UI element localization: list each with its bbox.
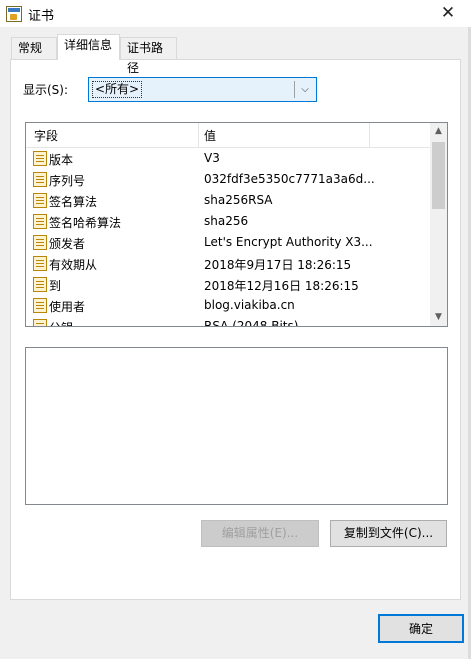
scroll-up-icon[interactable]: ▲ <box>430 123 447 140</box>
field-value: blog.viakiba.cn <box>204 298 295 312</box>
list-item[interactable]: 有效期从 2018年9月17日 18:26:15 <box>26 253 430 274</box>
tab-certification-path[interactable]: 证书路径 <box>120 37 177 75</box>
tab-details[interactable]: 详细信息 <box>57 34 120 60</box>
list-item[interactable]: 公钥 RSA (2048 Bits) <box>26 316 430 327</box>
field-value: sha256 <box>204 214 249 228</box>
field-value: 032fdf3e5350c7771a3a6d... <box>204 172 375 186</box>
scroll-down-icon[interactable]: ▼ <box>430 309 447 326</box>
list-item[interactable]: 签名算法 sha256RSA <box>26 190 430 211</box>
copy-to-file-button[interactable]: 复制到文件(C)... <box>330 520 447 547</box>
field-icon <box>33 277 47 292</box>
field-name: 序列号 <box>49 174 86 188</box>
list-item[interactable]: 到 2018年12月16日 18:26:15 <box>26 274 430 295</box>
field-value: RSA (2048 Bits) <box>204 319 299 327</box>
column-divider[interactable] <box>369 123 370 147</box>
close-button[interactable]: ✕ <box>425 0 471 27</box>
field-name: 签名算法 <box>49 195 98 209</box>
field-name: 公钥 <box>49 319 73 326</box>
field-value: 2018年12月16日 18:26:15 <box>204 279 359 293</box>
dropdown-separator <box>294 81 295 98</box>
tab-general[interactable]: 常规 <box>11 37 57 59</box>
title-bar: 证书 ✕ <box>0 0 471 27</box>
field-name: 到 <box>49 279 62 293</box>
field-name: 版本 <box>49 153 74 167</box>
list-item[interactable]: 签名哈希算法 sha256 <box>26 211 430 232</box>
field-icon <box>33 214 47 229</box>
show-label: 显示(S): <box>23 83 69 97</box>
chevron-down-icon[interactable]: ⌵ <box>297 80 313 99</box>
show-dropdown[interactable]: <所有> ⌵ <box>88 77 317 102</box>
field-icon <box>33 298 47 313</box>
column-header-value[interactable]: 值 <box>204 127 216 144</box>
field-icon <box>33 193 47 208</box>
list-item[interactable]: 颁发者 Let's Encrypt Authority X3... <box>26 232 430 253</box>
list-item[interactable]: 使用者 blog.viakiba.cn <box>26 295 430 316</box>
list-rows: 版本 V3 序列号 032fdf3e5350c7771a3a6d... 签名算法 sha2… <box>26 148 430 327</box>
field-value: sha256RSA <box>204 193 273 207</box>
scroll-thumb[interactable] <box>432 142 445 209</box>
field-name: 有效期从 <box>49 258 98 272</box>
list-header: 字段 值 <box>26 123 430 148</box>
field-value: V3 <box>204 151 220 165</box>
field-icon <box>33 172 47 187</box>
field-icon <box>33 151 47 166</box>
fields-list[interactable]: 字段 值 版本 V3 序列号 032fdf3e5350c7771a3a6d... 签名算… <box>25 122 448 327</box>
column-header-field[interactable]: 字段 <box>34 127 58 144</box>
list-item[interactable]: 版本 V3 <box>26 148 430 169</box>
field-value: 2018年9月17日 18:26:15 <box>204 258 352 272</box>
ok-button[interactable]: 确定 <box>378 614 464 643</box>
edit-properties-button[interactable]: 编辑属性(E)... <box>201 520 319 547</box>
field-name: 颁发者 <box>49 237 86 251</box>
field-icon <box>33 256 47 271</box>
window-title: 证书 <box>28 9 55 24</box>
field-name: 使用者 <box>49 300 86 314</box>
field-name: 签名哈希算法 <box>49 216 122 230</box>
field-value: Let's Encrypt Authority X3... <box>204 235 373 249</box>
certificate-icon <box>6 6 22 22</box>
field-icon <box>33 235 47 250</box>
field-icon <box>33 319 47 326</box>
show-dropdown-value: <所有> <box>92 81 143 98</box>
list-item[interactable]: 序列号 032fdf3e5350c7771a3a6d... <box>26 169 430 190</box>
field-detail-textbox[interactable] <box>25 347 448 505</box>
list-scrollbar[interactable]: ▲ ▼ <box>430 123 447 326</box>
column-divider[interactable] <box>198 123 199 147</box>
